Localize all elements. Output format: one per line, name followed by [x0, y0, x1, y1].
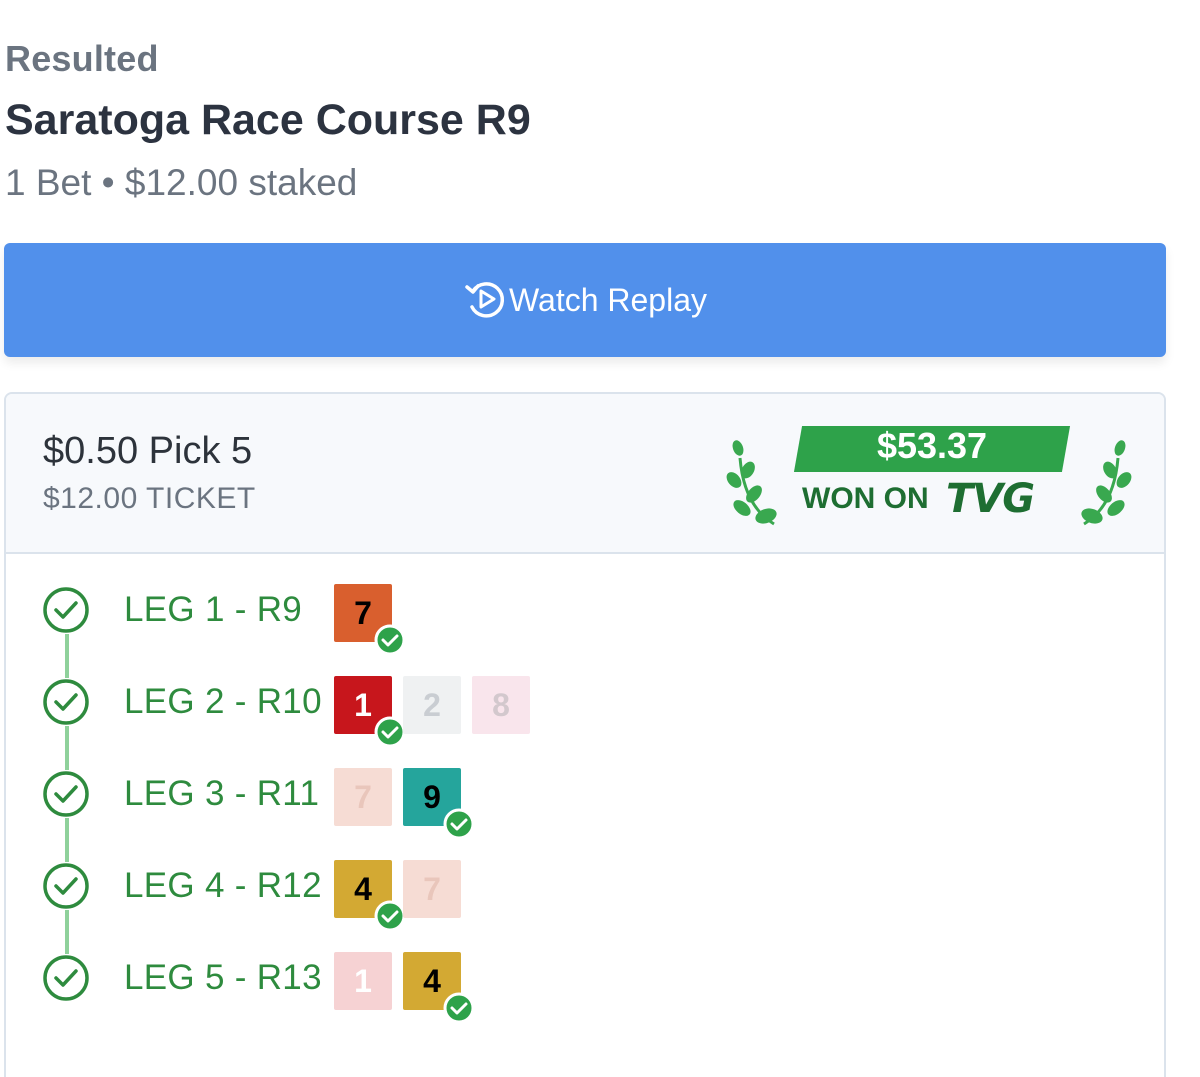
- leg-row: LEG 2 - R10 1 2 8: [6, 660, 1164, 748]
- runner-number: 2: [423, 686, 441, 723]
- replay-play-icon: [465, 282, 505, 318]
- watch-replay-button[interactable]: Watch Replay: [4, 243, 1166, 357]
- leg-check-icon: [42, 586, 90, 634]
- runner-number: 4: [354, 870, 372, 907]
- tvg-logo: TVG: [946, 476, 1035, 522]
- runner-number: 1: [354, 686, 372, 723]
- leg-check-icon: [42, 770, 90, 818]
- runner-number: 7: [354, 594, 372, 631]
- runner-number: 7: [423, 870, 441, 907]
- runner-number: 8: [492, 686, 510, 723]
- runner-number-box: 4: [403, 952, 475, 1024]
- leg-row: LEG 1 - R9 7: [6, 568, 1164, 656]
- winnings-amount: $53.37: [876, 425, 988, 466]
- leg-label: LEG 3 - R11: [124, 774, 320, 813]
- bet-card: $0.50 Pick 5 $12.00 TICKET $53.37 WON ON…: [4, 392, 1166, 1077]
- bet-type: $0.50 Pick 5: [43, 430, 253, 472]
- runner-number: 4: [423, 962, 441, 999]
- runner-number-box: 7: [334, 584, 406, 656]
- leg-row: LEG 5 - R13 1 4: [6, 936, 1164, 1024]
- watch-replay-label: Watch Replay: [509, 281, 707, 318]
- runner-number-box: 8: [472, 676, 530, 734]
- leg-label: LEG 2 - R10: [124, 682, 322, 721]
- won-on-label: WON ON: [802, 482, 929, 515]
- runner-number-box: 4: [334, 860, 406, 932]
- laurel-right-icon: [1081, 440, 1132, 526]
- leg-row: LEG 4 - R12 4 7: [6, 844, 1164, 932]
- bet-card-header: $0.50 Pick 5 $12.00 TICKET $53.37 WON ON…: [6, 394, 1164, 554]
- runner-number-box: 1: [334, 952, 392, 1010]
- race-status: Resulted: [5, 38, 159, 79]
- runner-number-box: 1: [334, 676, 406, 748]
- runner-number-box: 7: [403, 860, 461, 918]
- winner-check-icon: [443, 808, 475, 840]
- winner-check-icon: [374, 900, 406, 932]
- runner-number-box: 7: [334, 768, 392, 826]
- runner-number: 9: [423, 778, 441, 815]
- leg-check-icon: [42, 862, 90, 910]
- leg-check-icon: [42, 678, 90, 726]
- leg-label: LEG 1 - R9: [124, 590, 303, 629]
- winner-check-icon: [374, 716, 406, 748]
- bet-summary: 1 Bet • $12.00 staked: [5, 162, 358, 203]
- bet-ticket-cost: $12.00 TICKET: [43, 482, 256, 515]
- leg-label: LEG 4 - R12: [124, 866, 322, 905]
- laurel-left-icon: [726, 440, 777, 526]
- winner-check-icon: [443, 992, 475, 1024]
- runner-number: 7: [354, 778, 372, 815]
- winnings-badge: $53.37 WON ON TVG: [726, 418, 1136, 528]
- runner-number-box: 2: [403, 676, 461, 734]
- race-title: Saratoga Race Course R9: [5, 96, 531, 144]
- winner-check-icon: [374, 624, 406, 656]
- leg-row: LEG 3 - R11 7 9: [6, 752, 1164, 840]
- runner-number: 1: [354, 962, 372, 999]
- leg-label: LEG 5 - R13: [124, 958, 322, 997]
- runner-number-box: 9: [403, 768, 475, 840]
- leg-check-icon: [42, 954, 90, 1002]
